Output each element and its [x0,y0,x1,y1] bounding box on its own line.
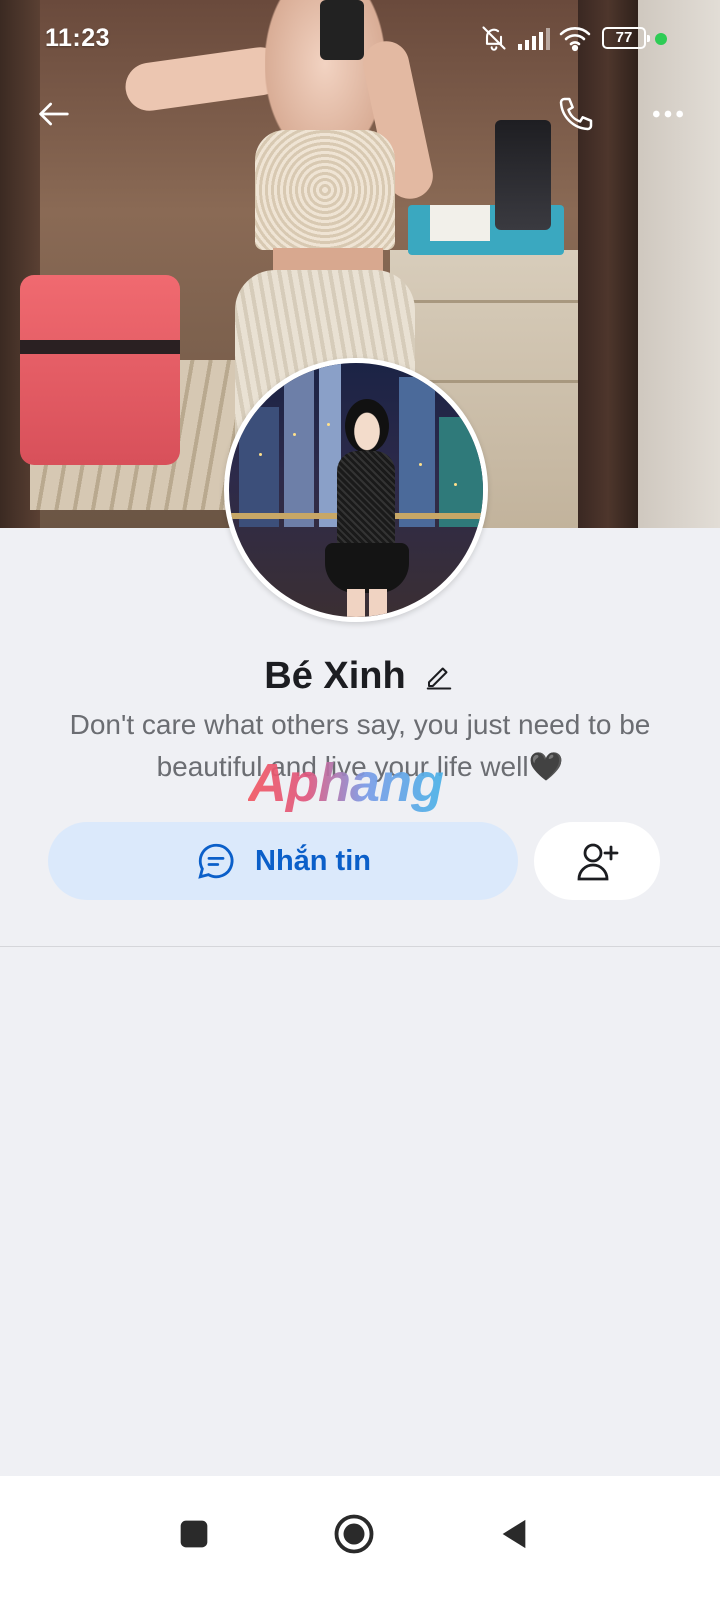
avatar-building [284,367,314,527]
system-nav-bar [0,1476,720,1600]
circle-icon [334,1514,374,1554]
profile-bio: Don't care what others say, you just nee… [69,709,651,782]
add-friend-button[interactable] [534,822,660,900]
signal-icon [518,28,550,50]
cover-coffee-machine [495,120,551,230]
avatar-building [439,417,483,527]
cover-tray-box [430,205,490,241]
message-button[interactable]: Nhắn tin [48,822,518,900]
back-button[interactable] [24,84,84,144]
cover-suitcase [20,275,180,465]
battery-icon: 77 [602,27,650,49]
arrow-left-icon [39,102,69,126]
profile-name: Bé Xinh [264,654,406,697]
more-horizontal-icon [653,110,683,118]
user-plus-icon [577,843,619,881]
chat-bubble-icon [198,843,234,879]
cover-suitcase-band [20,340,180,354]
recents-button[interactable] [164,1504,224,1564]
profile-name-row: Bé Xinh [0,648,720,704]
avatar[interactable] [224,358,488,622]
call-button[interactable] [546,84,606,144]
status-bar: 11:23 77 [0,0,720,80]
more-options-button[interactable] [638,84,698,144]
privacy-indicator-dot [655,33,667,45]
home-button[interactable] [324,1504,384,1564]
avatar-building [399,377,435,527]
wifi-icon [559,27,591,52]
status-time: 11:23 [45,24,111,52]
avatar-building [239,407,279,527]
phone-icon [559,97,593,131]
message-button-label: Nhắn tin [255,844,371,877]
status-icons: 77 [480,22,690,54]
triangle-back-icon [502,1519,526,1549]
edit-name-button[interactable] [422,659,456,693]
pencil-icon [426,667,451,690]
square-icon [180,1520,208,1548]
section-divider [0,946,720,947]
bell-off-icon [482,26,506,51]
system-back-button[interactable] [484,1504,544,1564]
avatar-person [345,399,389,453]
